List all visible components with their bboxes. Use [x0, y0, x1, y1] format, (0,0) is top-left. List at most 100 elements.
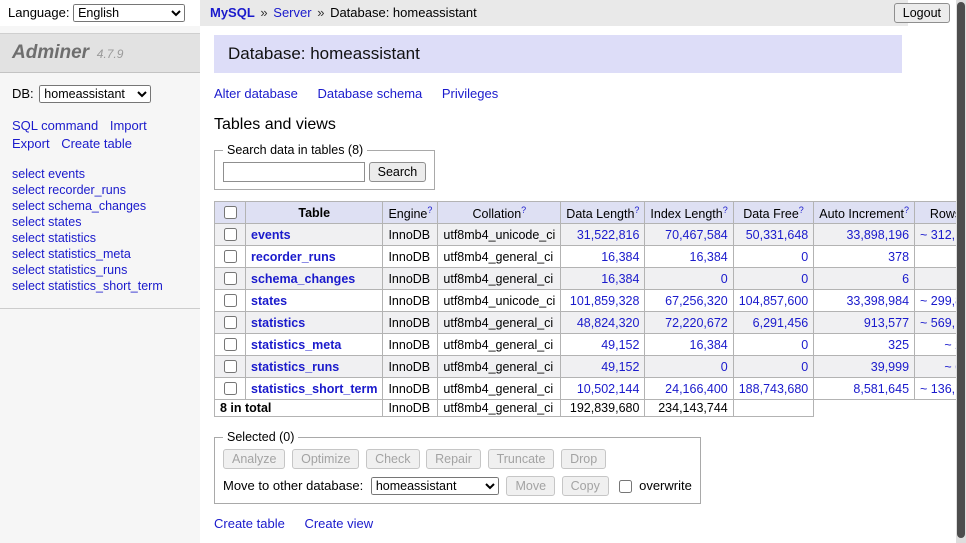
sql-command-link[interactable]: SQL command	[12, 118, 98, 133]
row-checkbox[interactable]	[224, 338, 237, 351]
data-free-link[interactable]: 0	[801, 250, 808, 264]
auto-increment-link[interactable]: 33,398,984	[846, 294, 909, 308]
auto-increment-link[interactable]: 378	[888, 250, 909, 264]
export-link[interactable]: Export	[12, 136, 50, 151]
breadcrumb-mysql-link[interactable]: MySQL	[210, 5, 255, 20]
data-free-help-link[interactable]: ?	[799, 205, 804, 215]
table-link[interactable]: statistics_meta	[251, 338, 341, 352]
row-checkbox[interactable]	[224, 228, 237, 241]
table-link[interactable]: statistics_runs	[251, 360, 339, 374]
table-link[interactable]: events	[251, 228, 291, 242]
rows-count-link[interactable]: ~ 628	[944, 360, 956, 374]
sidebar-item-select-recorder-runs[interactable]: select recorder_runs	[12, 182, 188, 198]
data-length-link[interactable]: 49,152	[601, 360, 639, 374]
data-free-link[interactable]: 188,743,680	[739, 382, 809, 396]
auto-increment-link[interactable]: 39,999	[871, 360, 909, 374]
rows-count-link[interactable]: ~ 244	[944, 338, 956, 352]
data-free-link[interactable]: 104,857,600	[739, 294, 809, 308]
analyze-button[interactable]: Analyze	[223, 449, 285, 469]
create-table-link-sidebar[interactable]: Create table	[61, 136, 132, 151]
data-free-link[interactable]: 6,291,456	[753, 316, 809, 330]
import-link[interactable]: Import	[110, 118, 147, 133]
alter-database-link[interactable]: Alter database	[214, 86, 298, 101]
auto-increment-link[interactable]: 913,577	[864, 316, 909, 330]
rows-count-link[interactable]: ~ 136,108	[920, 382, 956, 396]
table-link[interactable]: schema_changes	[251, 272, 355, 286]
rows-count-link[interactable]: ~ 569,159	[920, 316, 956, 330]
check-button[interactable]: Check	[366, 449, 419, 469]
index-length-link[interactable]: 16,384	[690, 250, 728, 264]
row-checkbox[interactable]	[224, 316, 237, 329]
logout-button[interactable]: Logout	[894, 3, 950, 23]
rows-count-link[interactable]: ~ 299,833	[920, 294, 956, 308]
select-all-checkbox[interactable]	[224, 206, 237, 219]
auto-increment-link[interactable]: 6	[902, 272, 909, 286]
privileges-link[interactable]: Privileges	[442, 86, 498, 101]
data-length-link[interactable]: 31,522,816	[577, 228, 640, 242]
language-area: Language: English	[8, 4, 185, 22]
data-free-link[interactable]: 0	[801, 360, 808, 374]
language-select[interactable]: English	[73, 4, 185, 22]
index-length-link[interactable]: 16,384	[690, 338, 728, 352]
collation-help-link[interactable]: ?	[521, 205, 526, 215]
sidebar-item-select-statistics-short-term[interactable]: select statistics_short_term	[12, 278, 188, 294]
engine-help-link[interactable]: ?	[427, 205, 432, 215]
search-button[interactable]: Search	[369, 162, 427, 182]
data-length-link[interactable]: 49,152	[601, 338, 639, 352]
auto-increment-link[interactable]: 33,898,196	[846, 228, 909, 242]
repair-button[interactable]: Repair	[426, 449, 481, 469]
drop-button[interactable]: Drop	[561, 449, 606, 469]
index-length-link[interactable]: 0	[721, 360, 728, 374]
data-free-link[interactable]: 50,331,648	[746, 228, 809, 242]
rows-count-link[interactable]: ~ 312,180	[920, 228, 956, 242]
overwrite-checkbox[interactable]	[619, 480, 632, 493]
create-table-link[interactable]: Create table	[214, 516, 285, 531]
data-free-link[interactable]: 0	[801, 338, 808, 352]
row-checkbox[interactable]	[224, 272, 237, 285]
table-search-input[interactable]	[223, 162, 365, 182]
search-legend: Search data in tables (8)	[223, 143, 367, 157]
row-checkbox[interactable]	[224, 360, 237, 373]
breadcrumb-server-link[interactable]: Server	[273, 5, 311, 20]
sidebar-item-select-schema-changes[interactable]: select schema_changes	[12, 198, 188, 214]
auto-increment-link[interactable]: 8,581,645	[853, 382, 909, 396]
auto-increment-help-link[interactable]: ?	[904, 205, 909, 215]
data-length-link[interactable]: 101,859,328	[570, 294, 640, 308]
row-checkbox[interactable]	[224, 294, 237, 307]
index-length-link[interactable]: 72,220,672	[665, 316, 728, 330]
data-length-help-link[interactable]: ?	[634, 205, 639, 215]
index-length-link[interactable]: 70,467,584	[665, 228, 728, 242]
data-free-link[interactable]: 0	[801, 272, 808, 286]
scrollbar-thumb[interactable]	[957, 2, 965, 538]
row-checkbox[interactable]	[224, 382, 237, 395]
index-length-link[interactable]: 0	[721, 272, 728, 286]
auto-increment-link[interactable]: 325	[888, 338, 909, 352]
sidebar-item-select-statistics-runs[interactable]: select statistics_runs	[12, 262, 188, 278]
table-link[interactable]: statistics_short_term	[251, 382, 377, 396]
create-view-link[interactable]: Create view	[304, 516, 373, 531]
optimize-button[interactable]: Optimize	[292, 449, 359, 469]
data-length-link[interactable]: 10,502,144	[577, 382, 640, 396]
table-link[interactable]: states	[251, 294, 287, 308]
sidebar-item-select-events[interactable]: select events	[12, 166, 188, 182]
table-link[interactable]: recorder_runs	[251, 250, 336, 264]
data-length-link[interactable]: 48,824,320	[577, 316, 640, 330]
db-select[interactable]: homeassistant	[39, 85, 151, 103]
app-name-link[interactable]: Adminer	[12, 42, 89, 63]
database-schema-link[interactable]: Database schema	[317, 86, 422, 101]
index-length-help-link[interactable]: ?	[723, 205, 728, 215]
sidebar-item-select-statistics-meta[interactable]: select statistics_meta	[12, 246, 188, 262]
move-button[interactable]: Move	[506, 476, 555, 496]
data-length-link[interactable]: 16,384	[601, 272, 639, 286]
copy-button[interactable]: Copy	[562, 476, 609, 496]
data-length-link[interactable]: 16,384	[601, 250, 639, 264]
index-length-link[interactable]: 24,166,400	[665, 382, 728, 396]
vertical-scrollbar[interactable]	[956, 0, 966, 543]
move-db-select[interactable]: homeassistant	[371, 477, 499, 495]
sidebar-item-select-statistics[interactable]: select statistics	[12, 230, 188, 246]
index-length-link[interactable]: 67,256,320	[665, 294, 728, 308]
truncate-button[interactable]: Truncate	[488, 449, 555, 469]
table-link[interactable]: statistics	[251, 316, 305, 330]
sidebar-item-select-states[interactable]: select states	[12, 214, 188, 230]
row-checkbox[interactable]	[224, 250, 237, 263]
